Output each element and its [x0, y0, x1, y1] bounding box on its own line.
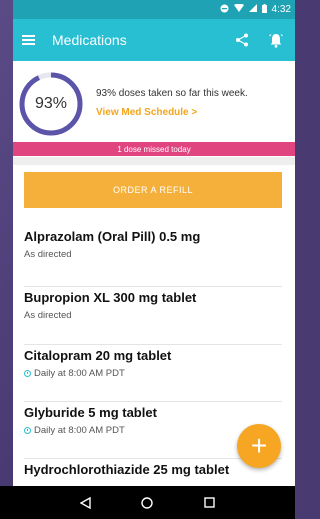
medication-detail: As directed — [24, 249, 282, 260]
phone-frame: 4:32 Medications 93% 93% doses taken so … — [0, 0, 295, 519]
medication-detail-text: Daily at 8:00 AM PDT — [34, 425, 125, 436]
view-med-schedule-link[interactable]: View Med Schedule > — [96, 107, 197, 118]
page-title: Medications — [52, 32, 127, 48]
medication-name: Alprazolam (Oral Pill) 0.5 mg — [24, 229, 201, 244]
dnd-icon — [220, 4, 229, 16]
medication-detail-text: As directed — [24, 249, 72, 260]
add-medication-button[interactable]: + — [237, 424, 281, 468]
wifi-icon — [233, 3, 244, 15]
adherence-percent: 93% — [34, 95, 68, 112]
medication-detail-text: Daily at 8:00 AM PDT — [34, 368, 125, 379]
medication-schedule: Daily at 8:00 AM PDT — [24, 368, 282, 379]
battery-icon — [261, 3, 267, 16]
system-nav-bar — [0, 486, 295, 519]
adherence-card: 93% 93% doses taken so far this week. Vi… — [13, 61, 295, 157]
medication-name: Hydrochlorothiazide 25 mg tablet — [24, 462, 230, 477]
medication-detail-text: As directed — [24, 310, 72, 321]
status-bar: 4:32 — [13, 0, 295, 19]
list-item[interactable]: Citalopram 20 mg tablet Daily at 8:00 AM… — [24, 345, 282, 402]
clock-icon — [24, 427, 31, 434]
list-item[interactable]: Hydrochlorothiazide 25 mg tablet — [24, 459, 282, 486]
list-item[interactable]: Bupropion XL 300 mg tablet As directed — [24, 287, 282, 345]
share-icon[interactable] — [232, 30, 252, 50]
bell-icon[interactable] — [266, 30, 286, 50]
list-item[interactable]: Alprazolam (Oral Pill) 0.5 mg As directe… — [24, 229, 282, 287]
recents-icon[interactable] — [202, 496, 216, 510]
order-refill-button[interactable]: ORDER A REFILL — [24, 172, 282, 208]
medication-name: Glyburide 5 mg tablet — [24, 405, 157, 420]
status-time: 4:32 — [271, 4, 291, 15]
home-icon[interactable] — [140, 496, 154, 510]
missed-dose-banner[interactable]: 1 dose missed today — [13, 142, 295, 156]
medication-name: Citalopram 20 mg tablet — [24, 348, 172, 363]
back-icon[interactable] — [79, 496, 93, 510]
clock-icon — [24, 370, 31, 377]
medication-name: Bupropion XL 300 mg tablet — [24, 290, 197, 305]
signal-icon — [248, 4, 257, 15]
menu-icon[interactable] — [22, 35, 35, 45]
adherence-summary: 93% doses taken so far this week. — [96, 88, 248, 99]
screen: 4:32 Medications 93% 93% doses taken so … — [13, 0, 295, 486]
medication-detail: As directed — [24, 310, 282, 321]
app-bar: Medications — [13, 19, 295, 61]
